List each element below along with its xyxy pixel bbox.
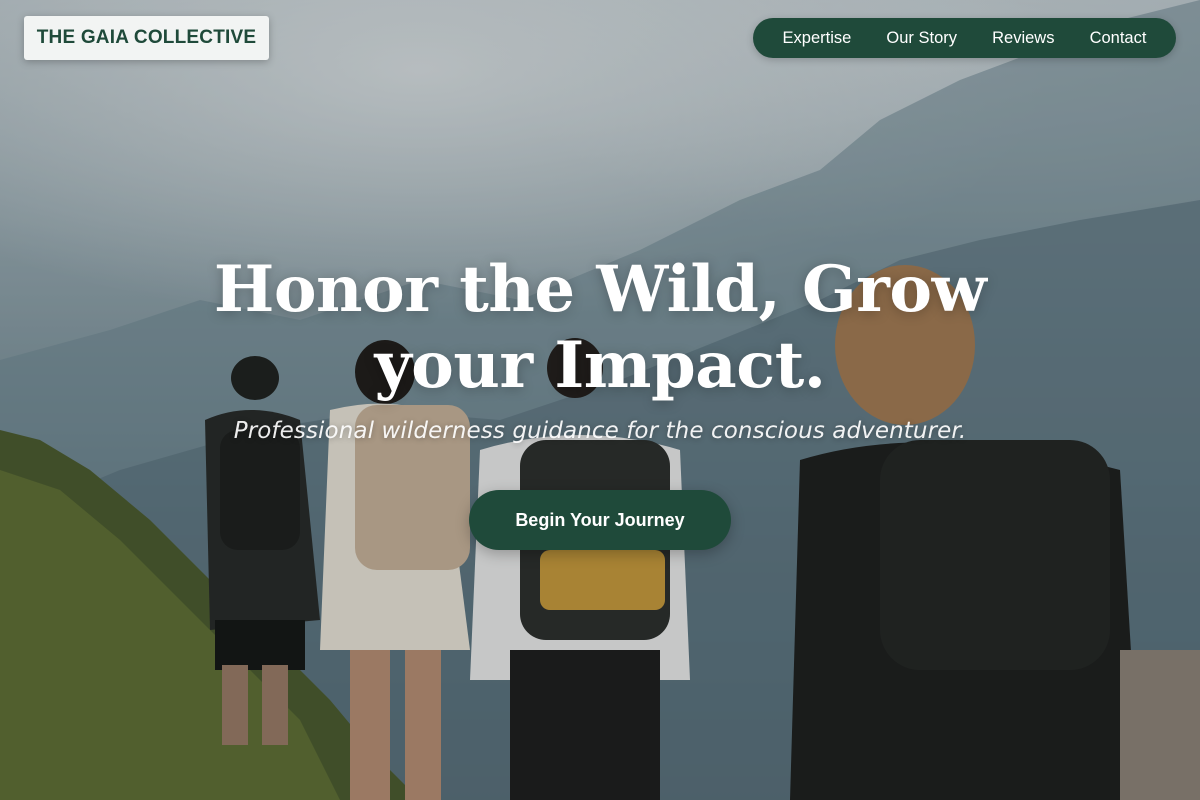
hero-subtitle: Professional wilderness guidance for the… bbox=[233, 418, 967, 444]
nav-link-our-story[interactable]: Our Story bbox=[886, 29, 957, 48]
hero-headline: Honor the Wild, Grow your Impact. bbox=[0, 252, 1200, 404]
nav-link-expertise[interactable]: Expertise bbox=[783, 29, 852, 48]
nav-link-contact[interactable]: Contact bbox=[1090, 29, 1147, 48]
logo[interactable]: THE GAIA COLLECTIVE bbox=[24, 16, 269, 60]
logo-text: THE GAIA COLLECTIVE bbox=[36, 27, 257, 48]
hero-headline-line-2: your Impact. bbox=[374, 328, 826, 403]
nav-link-reviews[interactable]: Reviews bbox=[992, 29, 1054, 48]
hero-headline-line-1: Honor the Wild, Grow bbox=[213, 252, 987, 327]
main-nav: Expertise Our Story Reviews Contact bbox=[753, 18, 1176, 58]
begin-journey-button[interactable]: Begin Your Journey bbox=[469, 490, 731, 550]
cta-label: Begin Your Journey bbox=[515, 509, 685, 530]
